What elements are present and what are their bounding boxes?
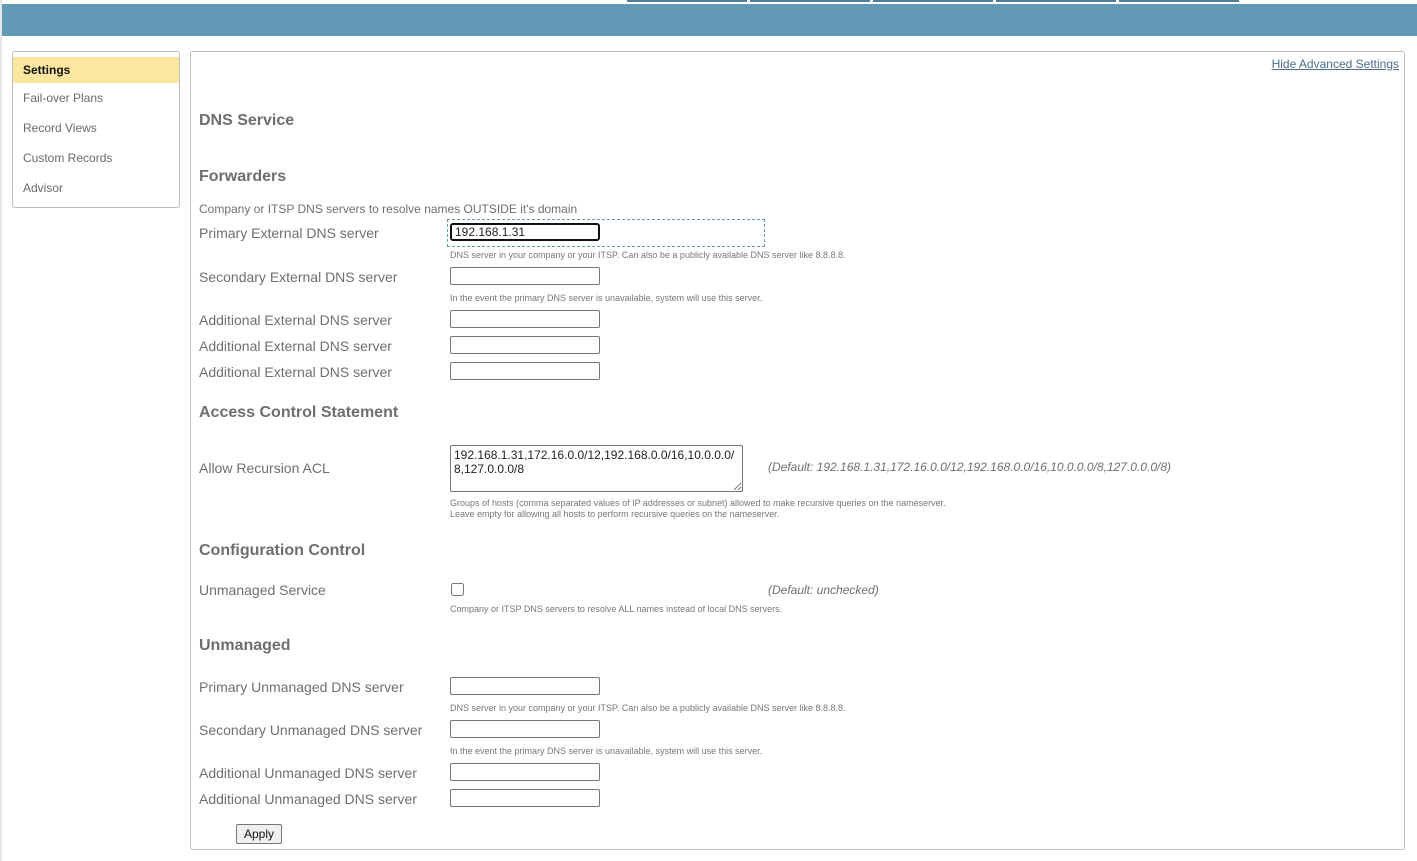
top-tab[interactable] (873, 0, 993, 2)
top-tab[interactable] (996, 0, 1116, 2)
unmanaged-service-default: (Default: unchecked) (768, 583, 879, 597)
top-tab[interactable] (750, 0, 870, 2)
page-title: DNS Service (199, 112, 295, 129)
additional-external-dns-label-1: Additional External DNS server (199, 312, 392, 328)
top-tab[interactable] (1119, 0, 1239, 2)
secondary-unmanaged-dns-input[interactable] (450, 720, 600, 738)
additional-external-dns-input-1[interactable] (450, 310, 600, 328)
acl-default-text: (Default: 192.168.1.31,172.16.0.0/12,192… (768, 460, 1171, 474)
additional-external-dns-input-2[interactable] (450, 336, 600, 354)
forwarders-heading: Forwarders (199, 168, 287, 185)
top-tab-strip (627, 0, 1239, 3)
acl-heading: Access Control Statement (199, 404, 399, 421)
additional-external-dns-input-3[interactable] (450, 362, 600, 380)
secondary-external-dns-help: In the event the primary DNS server is u… (450, 293, 763, 303)
sidebar-item-fail-over-plans[interactable]: Fail-over Plans (13, 83, 179, 113)
additional-external-dns-label-3: Additional External DNS server (199, 364, 392, 380)
primary-unmanaged-dns-input[interactable] (450, 677, 600, 695)
forwarders-intro: Company or ITSP DNS servers to resolve n… (199, 202, 578, 216)
sidebar-item-advisor[interactable]: Advisor (13, 173, 179, 203)
allow-recursion-acl-label: Allow Recursion ACL (199, 460, 330, 476)
additional-unmanaged-dns-input-1[interactable] (450, 763, 600, 781)
apply-button[interactable]: Apply (236, 824, 282, 844)
allow-recursion-acl-textarea[interactable]: 192.168.1.31,172.16.0.0/12,192.168.0.0/1… (450, 445, 743, 492)
header-bar (2, 4, 1417, 36)
additional-unmanaged-dns-label-1: Additional Unmanaged DNS server (199, 765, 417, 781)
sidebar: Settings Fail-over Plans Record Views Cu… (12, 51, 180, 208)
unmanaged-heading: Unmanaged (199, 637, 291, 654)
configuration-control-heading: Configuration Control (199, 542, 366, 559)
sidebar-item-custom-records[interactable]: Custom Records (13, 143, 179, 173)
primary-external-dns-input[interactable] (450, 223, 600, 241)
primary-unmanaged-dns-label: Primary Unmanaged DNS server (199, 679, 404, 695)
hide-advanced-settings-link[interactable]: Hide Advanced Settings (1272, 57, 1399, 71)
top-tab[interactable] (627, 0, 747, 2)
additional-unmanaged-dns-input-2[interactable] (450, 789, 600, 807)
primary-external-dns-label: Primary External DNS server (199, 225, 379, 241)
unmanaged-service-label: Unmanaged Service (199, 582, 326, 598)
secondary-external-dns-input[interactable] (450, 267, 600, 285)
settings-panel: Hide Advanced Settings DNS Service Forwa… (190, 51, 1405, 850)
primary-external-dns-help: DNS server in your company or your ITSP.… (450, 250, 846, 260)
secondary-unmanaged-dns-help: In the event the primary DNS server is u… (450, 746, 763, 756)
sidebar-item-settings[interactable]: Settings (13, 57, 179, 83)
unmanaged-service-help: Company or ITSP DNS servers to resolve A… (450, 604, 783, 614)
secondary-unmanaged-dns-label: Secondary Unmanaged DNS server (199, 722, 423, 738)
acl-help-line-2: Leave empty for allowing all hosts to pe… (450, 509, 780, 519)
secondary-external-dns-label: Secondary External DNS server (199, 269, 398, 285)
acl-help-line-1: Groups of hosts (comma separated values … (450, 498, 946, 508)
additional-unmanaged-dns-label-2: Additional Unmanaged DNS server (199, 791, 417, 807)
primary-unmanaged-dns-help: DNS server in your company or your ITSP.… (450, 703, 846, 713)
window-edge (0, 0, 2, 861)
sidebar-item-record-views[interactable]: Record Views (13, 113, 179, 143)
unmanaged-service-checkbox[interactable] (451, 583, 464, 596)
additional-external-dns-label-2: Additional External DNS server (199, 338, 392, 354)
